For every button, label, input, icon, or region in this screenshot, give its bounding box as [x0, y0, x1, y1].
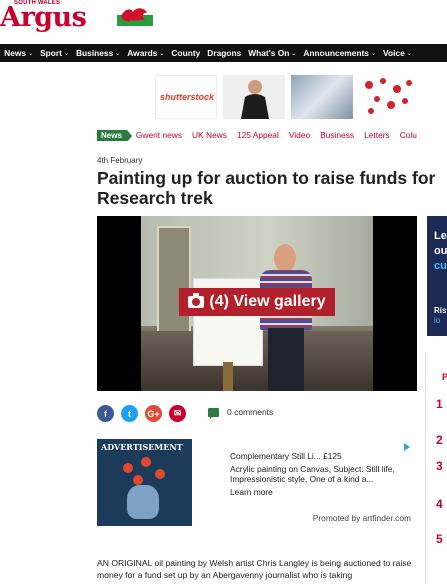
photo-person-trousers [268, 328, 304, 391]
rail-promo-line-5: lo [434, 316, 441, 325]
rail-promo-line-4: Ris [434, 306, 447, 315]
nav-item-whats-on[interactable]: What's On ⌄ [245, 48, 300, 58]
chevron-down-icon: ⌄ [28, 50, 34, 57]
section-link-columnists[interactable]: Colu [400, 130, 417, 140]
nav-item-awards[interactable]: Awards ⌄ [124, 48, 168, 58]
nav-item-county[interactable]: County [168, 48, 204, 58]
ad-tile-photo-boards[interactable] [291, 75, 353, 119]
banner-ad[interactable]: shutterstock [155, 75, 447, 119]
most-read-number[interactable]: 2 [436, 433, 443, 447]
section-link-uk-news[interactable]: UK News [192, 130, 227, 140]
chevron-down-icon: ⌄ [291, 50, 297, 57]
ad-photo-poppies-image [359, 75, 421, 119]
ad-tile-photo-poppies[interactable] [359, 75, 421, 119]
nav-item-voice[interactable]: Voice ⌄ [380, 48, 416, 58]
nav-item-announcements[interactable]: Announcements ⌄ [300, 48, 380, 58]
article-body: AN ORIGINAL oil painting by Welsh artist… [97, 558, 412, 580]
article-date: 4th February [97, 156, 143, 165]
site-logo[interactable]: Argus [0, 2, 87, 33]
rail-promo-line-2: ou [434, 245, 447, 257]
most-read-number[interactable]: 3 [436, 459, 443, 473]
photo-gallery[interactable]: (4) View gallery [97, 216, 417, 391]
adchoices-icon[interactable] [404, 443, 410, 451]
rail-promo-line-3: cu [434, 260, 447, 272]
googleplus-share-icon[interactable]: G+ [145, 405, 162, 422]
email-share-icon[interactable]: ✉ [169, 405, 186, 422]
photo-doorway [157, 226, 191, 346]
welsh-dragon-icon [117, 4, 153, 26]
advertisement-learn-more-link[interactable]: Learn more [230, 487, 273, 497]
section-nav: News Gwent news UK News 125 Appeal Video… [97, 129, 447, 141]
section-link-gwent-news[interactable]: Gwent news [136, 130, 182, 140]
flower-mark [133, 475, 143, 485]
share-bar: f t G+ ✉ 0 comments [97, 405, 273, 422]
headline-line-2: Research trek [97, 188, 213, 208]
most-read-header: P [442, 372, 447, 382]
chevron-down-icon: ⌄ [159, 50, 165, 57]
view-gallery-label: (4) View gallery [209, 293, 326, 310]
ad-photo-man-image [223, 75, 285, 119]
camera-icon [188, 293, 205, 308]
most-read-number[interactable]: 4 [436, 497, 443, 511]
chevron-down-icon: ⌄ [115, 50, 121, 57]
nav-item-news[interactable]: News ⌄ [1, 48, 37, 58]
chevron-down-icon: ⌄ [370, 50, 377, 57]
view-gallery-button[interactable]: (4) View gallery [179, 288, 335, 316]
nav-item-dragons[interactable]: Dragons [204, 48, 245, 58]
advertisement-image: ADVERTISEMENT [97, 439, 192, 526]
section-link-video[interactable]: Video [289, 130, 310, 140]
nav-item-sport[interactable]: Sport ⌄ [37, 48, 73, 58]
section-link-letters[interactable]: Letters [364, 130, 390, 140]
most-read-list: P 1 2 3 4 5 [425, 352, 447, 584]
article-page: SOUTH WALES Argus › News⌄ Sport⌄ Busines… [0, 0, 447, 584]
advertisement-tag: ADVERTISEMENT [97, 441, 187, 453]
comments-count[interactable]: 0 comments [227, 407, 273, 417]
masthead: SOUTH WALES Argus [0, 0, 447, 44]
most-read-number[interactable]: 5 [436, 532, 443, 546]
section-link-business[interactable]: Business [320, 130, 354, 140]
flower-mark [123, 463, 133, 473]
rail-promo-line-1: Le [434, 230, 447, 242]
rail-promo-box[interactable]: Le ou cu Ris lo [427, 216, 447, 336]
chevron-down-icon: ⌄ [406, 50, 412, 57]
photo-person-head [274, 244, 296, 272]
nav-item-business[interactable]: Business ⌄ [73, 48, 124, 58]
article-headline: Painting up for auction to raise funds f… [97, 168, 447, 208]
advertisement-title[interactable]: Complementary Still Li... £125 [230, 451, 342, 461]
photo-person [256, 244, 316, 391]
main-nav: › News⌄ Sport⌄ Business⌄ Awards⌄ County … [0, 44, 447, 62]
advertisement-promoted-by[interactable]: Promoted by artfinder.com [313, 513, 411, 523]
ad-tile-shutterstock[interactable]: shutterstock [155, 75, 217, 119]
comment-icon[interactable] [208, 408, 219, 419]
advertisement-body[interactable]: Complementary Still Li... £125 Acrylic p… [192, 439, 417, 526]
flower-mark [141, 457, 151, 467]
advertisement-description: Acrylic painting on Canvas, Subject: Sti… [230, 464, 395, 484]
flower-mark [155, 469, 165, 479]
vase-mark [127, 485, 159, 519]
section-link-125-appeal[interactable]: 125 Appeal [237, 130, 279, 140]
most-read-number[interactable]: 1 [436, 397, 443, 411]
headline-line-1: Painting up for auction to raise funds f… [97, 168, 436, 188]
twitter-share-icon[interactable]: t [121, 405, 138, 422]
advertisement-card[interactable]: ADVERTISEMENT Complementary Still Li... … [97, 439, 417, 526]
section-badge-news[interactable]: News [97, 129, 132, 141]
photo-easel [223, 362, 233, 391]
facebook-share-icon[interactable]: f [97, 405, 114, 422]
ad-tile-photo-man[interactable] [223, 75, 285, 119]
chevron-down-icon: ⌄ [63, 50, 69, 57]
